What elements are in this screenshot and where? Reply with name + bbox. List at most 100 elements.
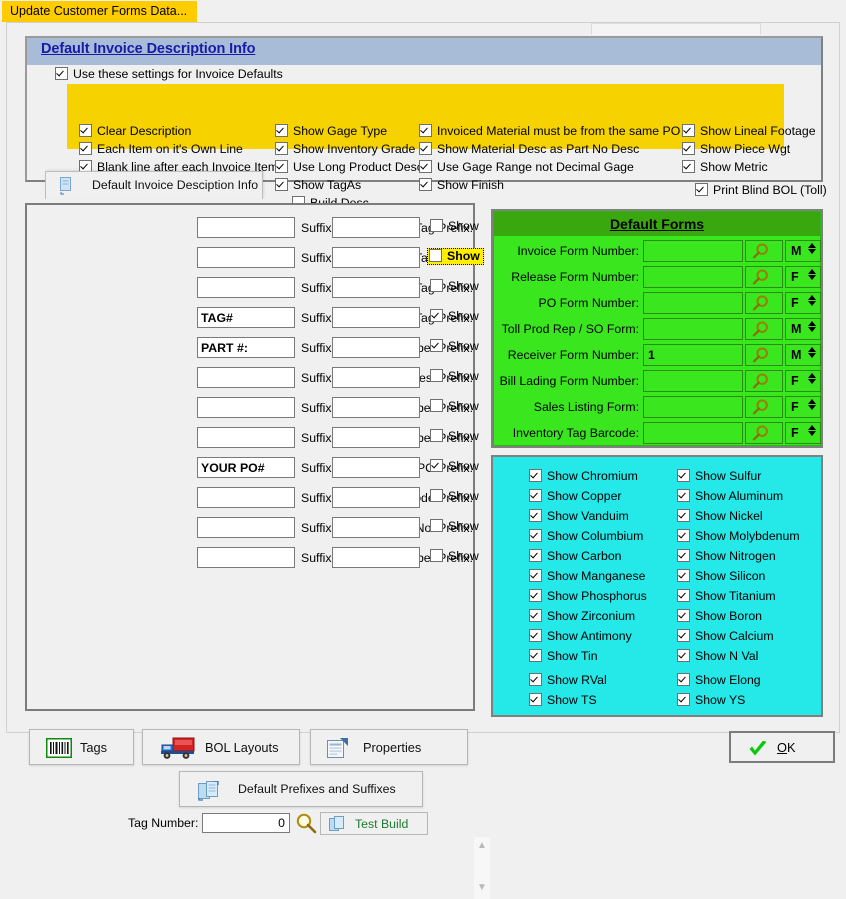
suffix-input[interactable] [332, 487, 420, 508]
scroll-up-icon[interactable]: ▲ [477, 841, 487, 851]
option-show-metric[interactable]: Show Metric [682, 160, 768, 174]
show-checkbox[interactable]: Show [430, 399, 479, 413]
form-mode-spinner[interactable]: F [785, 292, 821, 314]
status-tab[interactable]: Update Customer Forms Data... [2, 1, 198, 22]
chemistry-checkbox[interactable]: Show Nickel [677, 509, 763, 523]
prefix-input[interactable] [197, 277, 295, 298]
prefix-input[interactable] [197, 457, 295, 478]
form-lookup-button[interactable] [745, 370, 783, 392]
option-each-item-own-line[interactable]: Each Item on it's Own Line [79, 142, 243, 156]
option-show-gage-type[interactable]: Show Gage Type [275, 124, 387, 138]
panel-vertical-scrollbar[interactable]: ▲ ▼ [474, 837, 490, 899]
suffix-input[interactable] [332, 397, 420, 418]
spinner-arrows[interactable] [806, 372, 817, 390]
ok-button[interactable]: OK [729, 731, 835, 763]
option-show-finish[interactable]: Show Finish [419, 178, 504, 192]
suffix-input[interactable] [332, 217, 420, 238]
spinner-arrows[interactable] [806, 398, 817, 416]
chemistry-checkbox[interactable]: Show Silicon [677, 569, 765, 583]
prefix-input[interactable] [197, 397, 295, 418]
chemistry-checkbox[interactable]: Show RVal [529, 673, 607, 687]
form-number-input[interactable] [643, 370, 743, 392]
form-lookup-button[interactable] [745, 318, 783, 340]
show-checkbox[interactable]: Show [430, 459, 479, 473]
scroll-down-icon[interactable]: ▼ [477, 883, 487, 893]
use-invoice-defaults-checkbox[interactable]: Use these settings for Invoice Defaults [55, 67, 283, 81]
form-number-input[interactable] [643, 422, 743, 444]
option-use-gage-range[interactable]: Use Gage Range not Decimal Gage [419, 160, 634, 174]
form-number-input[interactable] [643, 344, 743, 366]
prefix-input[interactable] [197, 337, 295, 358]
test-build-button[interactable]: Test Build [320, 812, 428, 835]
spinner-arrows[interactable] [806, 268, 817, 286]
spinner-arrows[interactable] [806, 320, 817, 338]
chemistry-checkbox[interactable]: Show Elong [677, 673, 761, 687]
chemistry-checkbox[interactable]: Show Chromium [529, 469, 638, 483]
chemistry-checkbox[interactable]: Show Nitrogen [677, 549, 776, 563]
suffix-input[interactable] [332, 547, 420, 568]
suffix-input[interactable] [332, 247, 420, 268]
chemistry-checkbox[interactable]: Show Copper [529, 489, 622, 503]
tag-number-input[interactable] [202, 813, 290, 833]
tab-default-invoice-description-info[interactable]: Default Invoice Desciption Info [45, 171, 263, 199]
chemistry-checkbox[interactable]: Show Sulfur [677, 469, 761, 483]
default-prefixes-suffixes-button[interactable]: Default Prefixes and Suffixes [179, 771, 423, 807]
magnifier-icon[interactable] [294, 811, 318, 835]
option-show-piece-wgt[interactable]: Show Piece Wgt [682, 142, 790, 156]
suffix-input[interactable] [332, 457, 420, 478]
option-invoiced-material-same-po[interactable]: Invoiced Material must be from the same … [419, 124, 680, 138]
form-number-input[interactable] [643, 318, 743, 340]
spinner-arrows[interactable] [806, 242, 817, 260]
form-number-input[interactable] [643, 292, 743, 314]
option-show-lineal-footage[interactable]: Show Lineal Footage [682, 124, 816, 138]
chemistry-checkbox[interactable]: Show Titanium [677, 589, 776, 603]
form-lookup-button[interactable] [745, 396, 783, 418]
form-lookup-button[interactable] [745, 266, 783, 288]
show-checkbox[interactable]: Show [430, 549, 479, 563]
form-lookup-button[interactable] [745, 422, 783, 444]
chemistry-checkbox[interactable]: Show Tin [529, 649, 598, 663]
form-lookup-button[interactable] [745, 344, 783, 366]
chemistry-checkbox[interactable]: Show Antimony [529, 629, 632, 643]
option-print-blind-bol[interactable]: Print Blind BOL (Toll) [695, 183, 827, 197]
show-checkbox[interactable]: Show [430, 489, 479, 503]
spinner-arrows[interactable] [806, 424, 817, 442]
option-show-tagas[interactable]: Show TagAs [275, 178, 361, 192]
show-checkbox[interactable]: Show [430, 309, 479, 323]
chemistry-checkbox[interactable]: Show Manganese [529, 569, 645, 583]
chemistry-checkbox[interactable]: Show N Val [677, 649, 758, 663]
option-show-inventory-grade[interactable]: Show Inventory Grade [275, 142, 415, 156]
chemistry-checkbox[interactable]: Show Calcium [677, 629, 774, 643]
form-mode-spinner[interactable]: F [785, 266, 821, 288]
show-checkbox[interactable]: Show [427, 248, 484, 265]
bol-layouts-button[interactable]: BOL Layouts [142, 729, 300, 765]
suffix-input[interactable] [332, 337, 420, 358]
show-checkbox[interactable]: Show [430, 339, 479, 353]
form-number-input[interactable] [643, 396, 743, 418]
chemistry-checkbox[interactable]: Show YS [677, 693, 745, 707]
chemistry-checkbox[interactable]: Show Boron [677, 609, 762, 623]
chemistry-checkbox[interactable]: Show Molybdenum [677, 529, 800, 543]
show-checkbox[interactable]: Show [430, 519, 479, 533]
suffix-input[interactable] [332, 517, 420, 538]
form-lookup-button[interactable] [745, 240, 783, 262]
chemistry-checkbox[interactable]: Show TS [529, 693, 597, 707]
inactive-tab-strip[interactable] [591, 23, 761, 35]
option-clear-description[interactable]: Clear Description [79, 124, 191, 138]
form-mode-spinner[interactable]: M [785, 344, 821, 366]
suffix-input[interactable] [332, 277, 420, 298]
spinner-arrows[interactable] [806, 294, 817, 312]
show-checkbox[interactable]: Show [430, 429, 479, 443]
suffix-input[interactable] [332, 367, 420, 388]
chemistry-checkbox[interactable]: Show Vanduim [529, 509, 629, 523]
tags-button[interactable]: Tags [29, 729, 134, 765]
chemistry-checkbox[interactable]: Show Columbium [529, 529, 643, 543]
prefix-input[interactable] [197, 247, 295, 268]
suffix-input[interactable] [332, 427, 420, 448]
chemistry-checkbox[interactable]: Show Phosphorus [529, 589, 647, 603]
properties-button[interactable]: Properties [310, 729, 468, 765]
suffix-input[interactable] [332, 307, 420, 328]
show-checkbox[interactable]: Show [430, 279, 479, 293]
show-checkbox[interactable]: Show [430, 369, 479, 383]
spinner-arrows[interactable] [806, 346, 817, 364]
